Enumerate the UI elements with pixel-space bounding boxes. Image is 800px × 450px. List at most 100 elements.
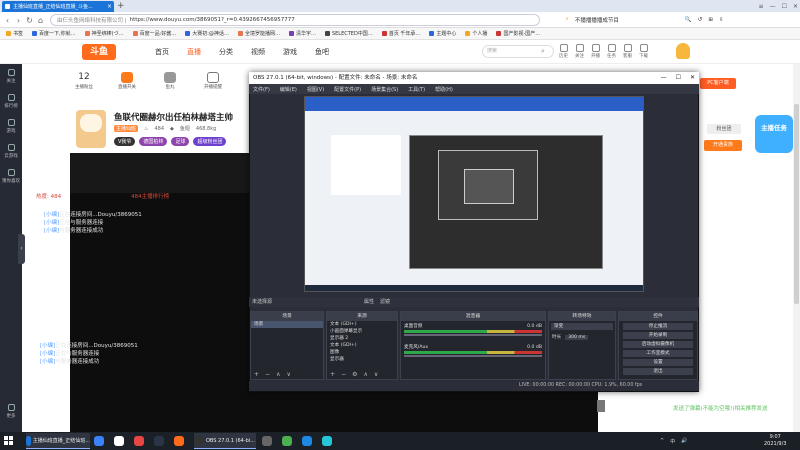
- undo-icon[interactable]: ↺: [698, 17, 703, 23]
- volume-slider[interactable]: [404, 334, 542, 336]
- taskbar-obs[interactable]: OBS 27.0.1 (64-bi...: [194, 433, 256, 449]
- tag-3[interactable]: 超级粉丝团: [193, 137, 227, 146]
- history-button[interactable]: 历史: [558, 44, 569, 59]
- noble-button[interactable]: 开通贵族: [704, 140, 742, 151]
- maximize-icon[interactable]: ☐: [782, 3, 787, 10]
- sidebar-item-rank[interactable]: 排行榜: [0, 89, 22, 114]
- refresh-icon[interactable]: ↻: [24, 16, 35, 25]
- start-record-button[interactable]: 开始录制: [623, 332, 693, 339]
- stat-fans[interactable]: 12 主播粉丝: [70, 72, 98, 90]
- minimize-icon[interactable]: —: [770, 3, 776, 10]
- up-icon[interactable]: ∧: [363, 371, 367, 378]
- forward-icon[interactable]: ›: [13, 16, 24, 25]
- tag-0[interactable]: V我爷: [114, 137, 136, 146]
- down-icon[interactable]: ∨: [286, 371, 290, 378]
- download-icon[interactable]: ⇩: [719, 17, 724, 23]
- taskbar-app[interactable]: [322, 433, 332, 449]
- taskbar-app[interactable]: [94, 433, 104, 449]
- bookmark-4[interactable]: 大赛初:@神话…: [185, 30, 229, 37]
- sidebar-item-recommend[interactable]: 猜你喜欢: [0, 164, 22, 189]
- add-icon[interactable]: +: [254, 371, 259, 378]
- obs-menu-help[interactable]: 帮助(H): [435, 86, 453, 93]
- minimize-icon[interactable]: —: [661, 72, 667, 84]
- duration-input[interactable]: 300 ms: [565, 334, 589, 340]
- source-item[interactable]: 文本 (GDI+): [327, 342, 397, 349]
- taskbar-app[interactable]: [282, 433, 292, 449]
- search-icon[interactable]: 🔍: [685, 17, 692, 23]
- taskbar-app[interactable]: [114, 433, 124, 449]
- down-icon[interactable]: ∨: [374, 371, 378, 378]
- bookmark-0[interactable]: 书签: [6, 30, 23, 37]
- panel-toggle-handle[interactable]: [597, 400, 605, 412]
- url-input[interactable]: 由仨头鱼网络科技有限公司 | https://www.douyu.com/386…: [50, 14, 540, 26]
- obs-menu-file[interactable]: 文件(F): [253, 86, 270, 93]
- extension-icon[interactable]: ⊞: [708, 17, 713, 23]
- stat-fishball[interactable]: 鱼丸: [156, 72, 184, 90]
- bookmark-8[interactable]: 首页 千年承…: [381, 30, 420, 37]
- tag-2[interactable]: 足球: [171, 137, 190, 146]
- taskbar-app[interactable]: [262, 433, 272, 449]
- service-button[interactable]: 客服: [622, 44, 633, 59]
- source-item[interactable]: 文本 (GDI+): [327, 321, 397, 328]
- sidebar-collapse-handle[interactable]: ‹: [18, 234, 25, 264]
- search-icon[interactable]: ⌕: [541, 47, 545, 56]
- bookmark-2[interactable]: 神圣绑棒(づ…: [84, 30, 124, 37]
- maximize-icon[interactable]: ☐: [676, 72, 681, 84]
- pc-client-button[interactable]: PC客户端: [700, 78, 736, 89]
- obs-preview-canvas[interactable]: [304, 96, 644, 292]
- broadcast-button[interactable]: 开播: [590, 44, 601, 59]
- taskbar-clock[interactable]: 9:07 2021/9/3: [764, 434, 786, 448]
- sidebar-item-follow[interactable]: 关注: [0, 64, 22, 89]
- page-scrollbar[interactable]: [793, 64, 800, 432]
- new-tab-button[interactable]: +: [117, 0, 125, 12]
- scrollbar-thumb[interactable]: [794, 104, 799, 304]
- properties-button[interactable]: 属性: [364, 297, 374, 307]
- bookmark-1[interactable]: 百度一下,你就…: [32, 30, 76, 37]
- ime-icon[interactable]: 中: [670, 438, 675, 445]
- speaker-icon[interactable]: 🔊: [681, 438, 687, 444]
- bookmark-11[interactable]: 国产影视-国产…: [496, 30, 540, 37]
- taskbar-app[interactable]: [174, 433, 184, 449]
- tray-expand-icon[interactable]: ^: [660, 438, 664, 444]
- task-badge[interactable]: 主播任务: [755, 115, 793, 153]
- taskbar-app[interactable]: [134, 433, 144, 449]
- obs-menu-view[interactable]: 视图(V): [307, 86, 324, 93]
- taskbar-app[interactable]: [154, 433, 164, 449]
- volume-slider[interactable]: [404, 355, 542, 357]
- exit-button[interactable]: 退出: [623, 368, 693, 375]
- bookmark-6[interactable]: 清华宇…: [288, 30, 316, 37]
- bookmark-3[interactable]: 百度一品:好酱…: [132, 30, 176, 37]
- douyu-logo[interactable]: 斗鱼: [82, 44, 116, 60]
- nav-live[interactable]: 直播: [187, 47, 201, 57]
- bookmark-5[interactable]: 全境罗能播网…: [237, 30, 280, 37]
- bookmark-10[interactable]: 个人播: [465, 30, 487, 37]
- tag-1[interactable]: 德国柏林: [139, 137, 168, 146]
- nav-game[interactable]: 游戏: [283, 47, 297, 57]
- task-button[interactable]: 任务: [606, 44, 617, 59]
- follow-button[interactable]: 关注: [574, 44, 585, 59]
- source-item[interactable]: 小画面弹幕显示: [327, 328, 397, 335]
- obs-menu-profile[interactable]: 配置文件(P): [334, 86, 361, 93]
- studio-mode-button[interactable]: 工作室模式: [623, 350, 693, 357]
- fan-club-button[interactable]: 粉丝团: [707, 124, 741, 134]
- sidebar-item-game[interactable]: 游戏: [0, 114, 22, 139]
- home-icon[interactable]: ⌂: [35, 16, 46, 25]
- source-item[interactable]: 显示器: [327, 356, 397, 363]
- windows-start-icon[interactable]: [4, 436, 14, 446]
- nav-category[interactable]: 分类: [219, 47, 233, 57]
- taskbar-app[interactable]: [302, 433, 312, 449]
- browser-tab-active[interactable]: 主播仙班直播_正结仙班直播_斗鱼... ×: [2, 1, 114, 12]
- close-window-icon[interactable]: ✕: [793, 3, 798, 10]
- stat-switch[interactable]: 直播开关: [113, 72, 141, 90]
- remove-icon[interactable]: −: [265, 371, 270, 378]
- close-icon[interactable]: ×: [107, 3, 112, 10]
- sidebar-item-more[interactable]: 更多: [0, 399, 22, 424]
- stop-stream-button[interactable]: 停止推流: [623, 323, 693, 330]
- filters-button[interactable]: 滤镜: [380, 297, 390, 307]
- back-icon[interactable]: ‹: [2, 16, 13, 25]
- user-avatar[interactable]: [676, 43, 690, 59]
- close-icon[interactable]: ✕: [690, 72, 695, 84]
- sidebar-item-cloud-game[interactable]: 云游戏: [0, 139, 22, 164]
- obs-menu-tools[interactable]: 工具(T): [408, 86, 425, 93]
- remove-icon[interactable]: −: [341, 371, 346, 378]
